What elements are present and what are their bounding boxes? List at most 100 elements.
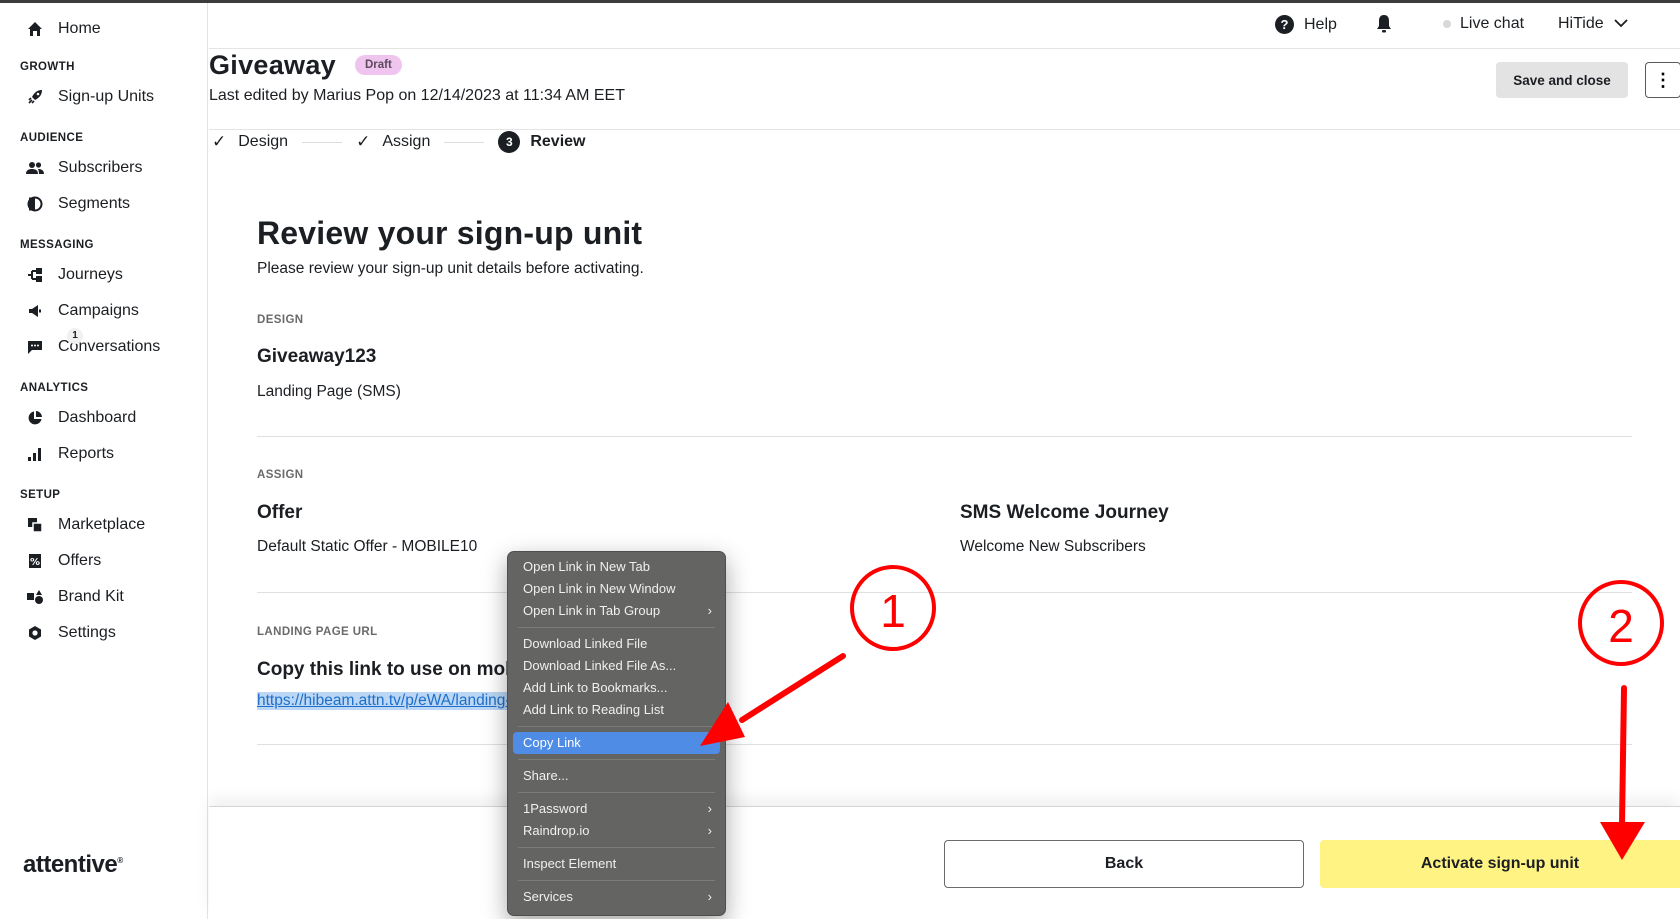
design-name: Giveaway123	[257, 346, 377, 367]
menu-item-label: Download Linked File As...	[523, 658, 677, 673]
menu-item-add-link-to-bookmarks[interactable]: Add Link to Bookmarks...	[513, 677, 720, 699]
divider	[209, 129, 1680, 130]
annotation-arrow-2-shaft	[1619, 685, 1627, 828]
activate-signup-unit-button[interactable]: Activate sign-up unit	[1320, 840, 1680, 888]
sidebar-item-label: Segments	[58, 195, 131, 212]
sidebar-item-label: Settings	[58, 624, 116, 641]
sidebar-item-conversations[interactable]: 1 Conversations	[25, 328, 160, 360]
sidebar-item-journeys[interactable]: Journeys	[25, 262, 123, 288]
menu-item-label: Share...	[523, 768, 569, 783]
sidebar-item-offers[interactable]: % Offers	[25, 548, 101, 574]
step-label: Review	[530, 133, 586, 150]
conversations-count-badge: 1	[67, 328, 83, 344]
menu-item-open-link-in-tab-group[interactable]: Open Link in Tab Group ›	[513, 600, 720, 622]
chevron-right-icon: ›	[707, 823, 712, 838]
menu-item-add-link-to-reading-list[interactable]: Add Link to Reading List	[513, 699, 720, 721]
section-setup: SETUP	[20, 489, 61, 501]
menu-item-raindrop-io[interactable]: Raindrop.io ›	[513, 820, 720, 842]
menu-item-download-linked-file-as[interactable]: Download Linked File As...	[513, 655, 720, 677]
annotation-arrow-1-shaft	[739, 653, 846, 723]
check-icon: ✓	[212, 132, 227, 151]
menu-item-label: Raindrop.io	[523, 823, 590, 838]
bell-icon	[1375, 14, 1393, 39]
annotation-number-2: 2	[1608, 600, 1634, 652]
chat-icon	[25, 337, 45, 357]
status-dot-icon	[1443, 20, 1451, 28]
sidebar-item-home[interactable]: Home	[25, 16, 101, 42]
back-button[interactable]: Back	[944, 840, 1304, 888]
logo-mark: ®	[117, 856, 123, 865]
step-review[interactable]: 3 Review	[498, 131, 585, 153]
divider	[257, 744, 1632, 745]
sidebar-item-settings[interactable]: Settings	[25, 620, 116, 646]
menu-item-copy-link[interactable]: Copy Link	[513, 732, 720, 754]
sidebar-item-segments[interactable]: Segments	[25, 191, 130, 217]
menu-separator	[518, 627, 715, 628]
sidebar-item-reports[interactable]: Reports	[25, 441, 114, 467]
menu-item-label: 1Password	[523, 801, 588, 816]
notifications-button[interactable]	[1375, 14, 1393, 39]
sidebar-item-brand-kit[interactable]: Brand Kit	[25, 584, 124, 610]
journeys-icon	[25, 265, 45, 285]
step-number: 3	[498, 131, 521, 153]
help-icon: ?	[1275, 15, 1294, 34]
live-chat-button[interactable]: Live chat	[1443, 15, 1524, 33]
step-assign[interactable]: ✓ Assign	[356, 132, 430, 152]
sidebar-item-signup-units[interactable]: Sign-up Units	[25, 84, 154, 110]
top-header: ? Help Live chat HiTide	[209, 3, 1680, 49]
context-menu: Open Link in New Tab Open Link in New Win…	[507, 551, 726, 916]
bar-chart-icon	[25, 444, 45, 464]
divider	[257, 592, 1632, 593]
chevron-right-icon: ›	[707, 889, 712, 904]
attentive-logo: attentive®	[23, 851, 123, 879]
step-label: Design	[238, 133, 289, 150]
more-options-button[interactable]: ⋮	[1645, 62, 1680, 98]
sidebar-item-dashboard[interactable]: Dashboard	[25, 405, 136, 431]
sidebar-item-marketplace[interactable]: Marketplace	[25, 512, 145, 538]
megaphone-icon	[25, 301, 45, 321]
sidebar-item-label: Brand Kit	[58, 588, 124, 605]
review-heading: Review your sign-up unit	[257, 215, 643, 251]
svg-text:%: %	[30, 557, 40, 568]
chevron-right-icon: ›	[707, 801, 712, 816]
sidebar-item-subscribers[interactable]: Subscribers	[25, 155, 142, 181]
menu-item-services[interactable]: Services ›	[513, 886, 720, 908]
menu-item-open-link-in-new-window[interactable]: Open Link in New Window	[513, 578, 720, 600]
offer-title: Offer	[257, 502, 303, 523]
menu-item-label: Open Link in Tab Group	[523, 603, 661, 618]
menu-separator	[518, 880, 715, 881]
sidebar-item-campaigns[interactable]: Campaigns	[25, 298, 139, 324]
coupon-icon: %	[25, 551, 45, 571]
chevron-right-icon: ›	[707, 603, 712, 618]
menu-item-open-link-in-new-tab[interactable]: Open Link in New Tab	[513, 556, 720, 578]
review-subtitle: Please review your sign-up unit details …	[257, 260, 644, 277]
step-design[interactable]: ✓ Design	[212, 132, 288, 152]
step-connector	[444, 141, 485, 143]
stepper: ✓ Design ✓ Assign 3 Review	[212, 131, 585, 153]
menu-separator	[518, 726, 715, 727]
sidebar-item-label: Subscribers	[58, 159, 143, 176]
assign-section-label: ASSIGN	[257, 469, 304, 481]
sidebar-item-label: Sign-up Units	[58, 88, 155, 105]
account-menu[interactable]: HiTide	[1558, 15, 1628, 33]
chevron-down-icon	[1614, 15, 1628, 33]
sidebar-item-label: Marketplace	[58, 516, 146, 533]
settings-icon	[25, 623, 45, 643]
menu-item-inspect-element[interactable]: Inspect Element	[513, 853, 720, 875]
help-label: Help	[1304, 15, 1337, 33]
help-button[interactable]: ? Help	[1275, 15, 1337, 34]
annotation-circle-1	[850, 565, 936, 651]
menu-item-share[interactable]: Share...	[513, 765, 720, 787]
step-label: Assign	[382, 133, 431, 150]
save-and-close-button[interactable]: Save and close	[1496, 62, 1628, 98]
sidebar: Home GROWTH Sign-up Units AUDIENCE Subsc…	[0, 3, 208, 919]
design-section-label: DESIGN	[257, 314, 304, 326]
menu-item-label: Download Linked File	[523, 636, 648, 651]
landing-page-url-link[interactable]: https://hibeam.attn.tv/p/eWA/landing-pag…	[257, 692, 507, 710]
menu-item-1password[interactable]: 1Password ›	[513, 798, 720, 820]
divider	[257, 436, 1632, 437]
menu-item-label: Add Link to Bookmarks...	[523, 680, 668, 695]
menu-item-download-linked-file[interactable]: Download Linked File	[513, 633, 720, 655]
sidebar-item-label: Dashboard	[58, 409, 137, 426]
users-icon	[25, 158, 45, 178]
